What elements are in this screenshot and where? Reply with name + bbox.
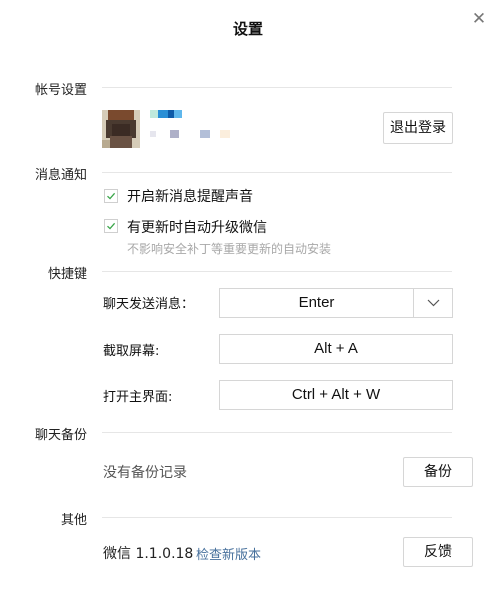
check-icon [107,192,116,200]
shortcut-label-capture: 截取屏幕: [103,344,160,359]
section-label-account: 帐号设置 [35,83,88,98]
send-shortcut-field[interactable]: Enter [219,288,414,318]
option-label-auto-update[interactable]: 有更新时自动升级微信 [127,217,267,237]
account-id-mosaic [150,129,232,139]
backup-empty-text: 没有备份记录 [103,465,187,481]
section-label-shortcuts: 快捷键 [48,267,88,282]
shortcut-label-open: 打开主界面: [103,390,173,405]
divider [102,87,452,88]
section-label-notify: 消息通知 [35,168,88,183]
divider [102,517,452,518]
capture-shortcut-field[interactable]: Alt + A [219,334,453,364]
logout-button[interactable]: 退出登录 [383,112,453,144]
backup-button[interactable]: 备份 [403,457,473,487]
chevron-down-icon [427,299,440,307]
open-shortcut-field[interactable]: Ctrl + Alt + W [219,380,453,410]
version-text: 微信 1.1.0.18 [103,546,194,562]
check-update-link[interactable]: 检查新版本 [196,544,261,563]
divider [102,172,452,173]
shortcut-label-send: 聊天发送消息： [103,297,195,312]
nickname-mosaic [150,110,184,118]
section-label-other: 其他 [61,513,88,528]
close-icon[interactable]: ✕ [470,10,488,28]
checkbox-new-message-sound[interactable] [104,189,118,203]
feedback-button[interactable]: 反馈 [403,537,473,567]
divider [102,432,452,433]
section-label-backup: 聊天备份 [35,428,88,443]
auto-update-hint: 不影响安全补丁等重要更新的自动安装 [127,242,332,256]
check-icon [107,222,116,230]
divider [102,271,452,272]
send-shortcut-dropdown[interactable] [413,288,453,318]
checkbox-auto-update[interactable] [104,219,118,233]
option-label-new-message-sound[interactable]: 开启新消息提醒声音 [127,186,253,206]
window-title: 设置 [232,20,263,38]
avatar[interactable] [102,110,140,148]
